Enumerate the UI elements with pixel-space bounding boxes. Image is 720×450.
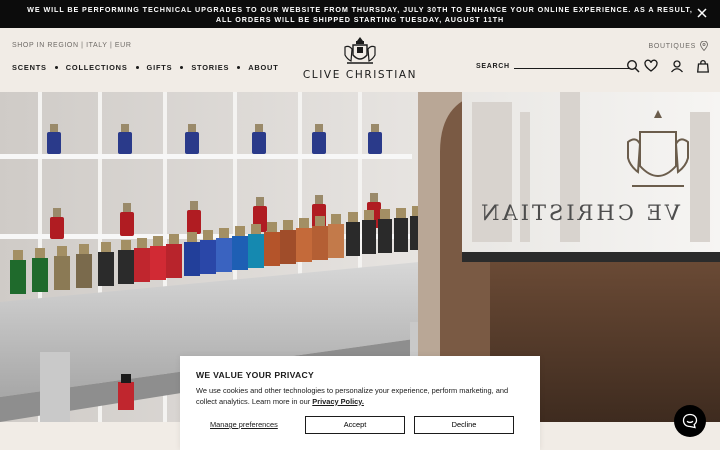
manage-preferences-link[interactable]: Manage preferences <box>210 420 278 429</box>
bag-icon[interactable] <box>696 59 710 73</box>
main-nav: SCENTS COLLECTIONS GIFTS STORIES ABOUT <box>12 63 279 72</box>
heart-icon[interactable] <box>644 59 658 73</box>
cookie-actions: Manage preferences Accept Decline <box>196 416 524 434</box>
announcement-bar: We will be performing technical upgrades… <box>0 0 720 28</box>
header-icons <box>644 59 710 73</box>
nav-scents[interactable]: SCENTS <box>12 63 47 72</box>
wall-sign: VE CHRISTIAN <box>478 201 681 225</box>
accept-button[interactable]: Accept <box>305 416 405 434</box>
close-icon[interactable] <box>696 7 708 19</box>
nav-separator <box>237 66 241 69</box>
chat-button[interactable] <box>674 405 706 437</box>
search-underline <box>513 68 630 69</box>
boutiques-label: BOUTIQUES <box>648 42 696 50</box>
search-field[interactable]: SEARCH <box>476 63 630 70</box>
nav-separator <box>54 66 58 69</box>
search-icon[interactable] <box>626 59 640 73</box>
decline-button[interactable]: Decline <box>414 416 514 434</box>
nav-stories[interactable]: STORIES <box>191 63 229 72</box>
privacy-policy-link[interactable]: Privacy Policy. <box>312 397 364 406</box>
site-header: SHOP IN REGION | ITALY | EUR SCENTS COLL… <box>0 28 720 92</box>
chat-icon <box>682 413 698 429</box>
account-icon[interactable] <box>670 59 684 73</box>
nav-about[interactable]: ABOUT <box>248 63 278 72</box>
cookie-banner: WE VALUE YOUR PRIVACY We use cookies and… <box>180 356 540 450</box>
announcement-text: We will be performing technical upgrades… <box>27 5 693 24</box>
logo-text: CLIVE CHRISTIAN <box>302 69 418 81</box>
nav-gifts[interactable]: GIFTS <box>147 63 173 72</box>
nav-collections[interactable]: COLLECTIONS <box>66 63 128 72</box>
cookie-title: WE VALUE YOUR PRIVACY <box>196 370 315 380</box>
crest-icon <box>344 37 376 64</box>
nav-separator <box>135 66 139 69</box>
cookie-text: We use cookies and other technologies to… <box>196 386 516 407</box>
boutiques-link[interactable]: BOUTIQUES <box>648 41 708 51</box>
search-label: SEARCH <box>476 63 510 70</box>
region-selector[interactable]: SHOP IN REGION | ITALY | EUR <box>12 42 132 49</box>
location-pin-icon <box>700 41 708 51</box>
brand-logo[interactable]: CLIVE CHRISTIAN <box>300 35 420 83</box>
nav-separator <box>180 66 184 69</box>
